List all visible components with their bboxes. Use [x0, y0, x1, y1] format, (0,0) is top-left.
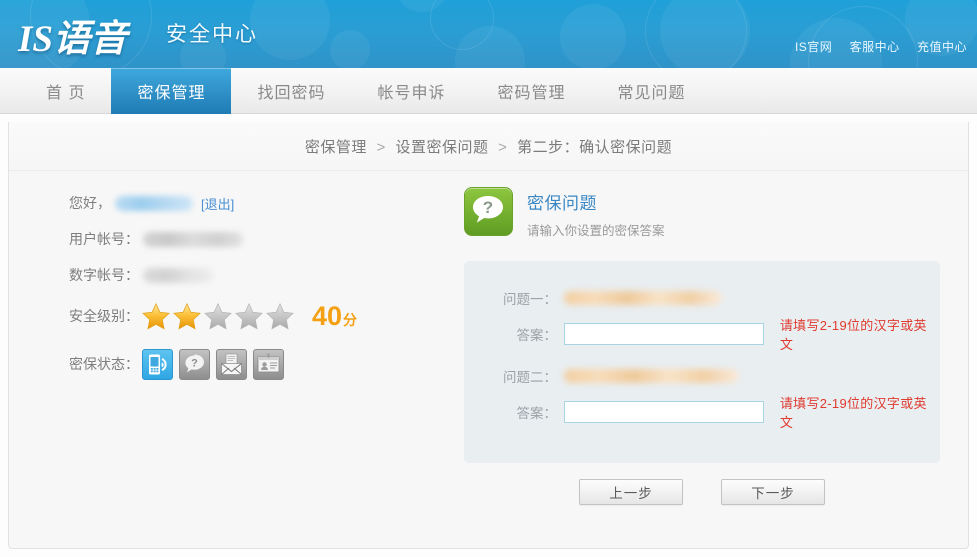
- star-icon-empty: [235, 302, 263, 330]
- answer-form-box: 问题一： 答案： 请填写2-19位的汉字或英文 问题二： 答案： 请填写2-19…: [464, 261, 940, 463]
- header-links: IS官网 客服中心 充值中心: [781, 38, 967, 55]
- question-two-row: 问题二：: [464, 361, 940, 391]
- question-one-label: 问题一：: [503, 292, 557, 307]
- number-account-label: 数字帐号：: [69, 267, 139, 283]
- svg-text:?: ?: [191, 357, 198, 369]
- previous-step-button[interactable]: 上一步: [579, 479, 683, 505]
- nav-item-faq[interactable]: 常见问题: [592, 68, 712, 114]
- form-action-buttons: 上一步 下一步: [464, 479, 940, 505]
- question-panel-title: 密保问题: [527, 194, 597, 213]
- question-one-value-masked: [564, 291, 722, 305]
- site-header: IS语音 安全中心 IS官网 客服中心 充值中心: [0, 0, 977, 68]
- page-root: IS语音 安全中心 IS官网 客服中心 充值中心 首 页 密保管理 找回密码 帐…: [0, 0, 977, 557]
- breadcrumb-bar: 密保管理 > 设置密保问题 > 第二步：确认密保问题: [9, 122, 968, 171]
- account-info-column: 您好， [退出] 用户帐号： 数字帐号： 安全级别： 40分 密保状态： ?: [9, 185, 464, 505]
- question-bubble-icon: ?: [464, 187, 513, 236]
- answer-two-label: 答案：: [516, 406, 558, 421]
- user-account-label: 用户帐号：: [69, 231, 139, 247]
- site-logo-subtitle: 安全中心: [166, 23, 258, 46]
- breadcrumb-item-1[interactable]: 密保管理: [305, 139, 367, 156]
- security-score-unit: 分: [343, 311, 358, 328]
- answer-one-hint: 请填写2-19位的汉字或英文: [779, 318, 927, 352]
- nav-item-password-management[interactable]: 密码管理: [472, 68, 592, 114]
- answer-two-hint: 请填写2-19位的汉字或英文: [779, 396, 927, 430]
- user-account-masked: [143, 231, 243, 247]
- answer-two-input[interactable]: [564, 401, 764, 423]
- envelope-icon[interactable]: [216, 348, 247, 380]
- answer-one-input[interactable]: [564, 323, 764, 345]
- question-two-value-masked: [564, 369, 739, 383]
- question-panel-header: ? 密保问题 请输入你设置的密保答案: [464, 185, 940, 239]
- star-icon-filled: [142, 302, 170, 330]
- link-is-official-site[interactable]: IS官网: [795, 40, 832, 54]
- link-customer-service[interactable]: 客服中心: [850, 40, 900, 54]
- number-account-masked: [143, 267, 213, 283]
- star-icon-empty: [204, 302, 232, 330]
- id-card-icon[interactable]: [253, 348, 284, 380]
- greeting-label: 您好，: [69, 195, 111, 211]
- nav-item-security-management[interactable]: 密保管理: [111, 68, 232, 114]
- question-mark-icon[interactable]: ?: [179, 348, 210, 380]
- question-one-row: 问题一：: [464, 283, 940, 313]
- breadcrumb-item-2[interactable]: 设置密保问题: [395, 139, 488, 156]
- main-navigation: 首 页 密保管理 找回密码 帐号申诉 密码管理 常见问题: [0, 68, 977, 114]
- answer-one-label: 答案：: [516, 328, 558, 343]
- logout-link[interactable]: [退出]: [201, 194, 234, 213]
- star-icon-empty: [266, 302, 294, 330]
- security-level-stars: [141, 302, 296, 331]
- security-score: 40分: [312, 300, 358, 331]
- breadcrumb: 密保管理 > 设置密保问题 > 第二步：确认密保问题: [305, 136, 672, 157]
- question-panel-subtitle: 请输入你设置的密保答案: [527, 224, 665, 238]
- number-account-row: 数字帐号：: [69, 257, 464, 293]
- header-bubble-decoration: [0, 0, 977, 68]
- svg-text:?: ?: [483, 198, 493, 217]
- content-panel: 密保管理 > 设置密保问题 > 第二步：确认密保问题 您好， [退出] 用户帐号…: [8, 122, 969, 549]
- answer-one-row: 答案： 请填写2-19位的汉字或英文: [464, 318, 940, 352]
- answer-two-row: 答案： 请填写2-19位的汉字或英文: [464, 396, 940, 430]
- nav-item-retrieve-password[interactable]: 找回密码: [231, 68, 351, 114]
- breadcrumb-separator-2: >: [498, 138, 508, 156]
- next-step-button[interactable]: 下一步: [721, 479, 825, 505]
- question-two-label: 问题二：: [503, 370, 557, 385]
- security-level-label: 安全级别：: [69, 308, 139, 324]
- security-level-row: 安全级别： 40分: [69, 293, 464, 339]
- breadcrumb-separator-1: >: [376, 138, 386, 156]
- security-status-label: 密保状态：: [69, 356, 139, 372]
- user-account-row: 用户帐号：: [69, 221, 464, 257]
- site-logo[interactable]: IS语音: [18, 8, 127, 62]
- nav-item-home[interactable]: 首 页: [20, 68, 111, 114]
- star-icon-filled: [173, 302, 201, 330]
- greeting-row: 您好， [退出]: [69, 185, 464, 221]
- security-status-row: 密保状态： ?: [69, 339, 464, 389]
- username-masked: [115, 195, 193, 211]
- breadcrumb-item-3: 第二步：确认密保问题: [517, 138, 673, 156]
- security-question-column: ? 密保问题 请输入你设置的密保答案 问题一： 答案： 请填写2-19位的汉字或…: [464, 185, 968, 505]
- security-status-badges: ?: [142, 348, 290, 380]
- security-score-value: 40: [312, 300, 343, 331]
- mobile-phone-icon[interactable]: [142, 348, 173, 380]
- nav-item-account-appeal[interactable]: 帐号申诉: [351, 68, 471, 114]
- link-recharge-center[interactable]: 充值中心: [917, 40, 967, 54]
